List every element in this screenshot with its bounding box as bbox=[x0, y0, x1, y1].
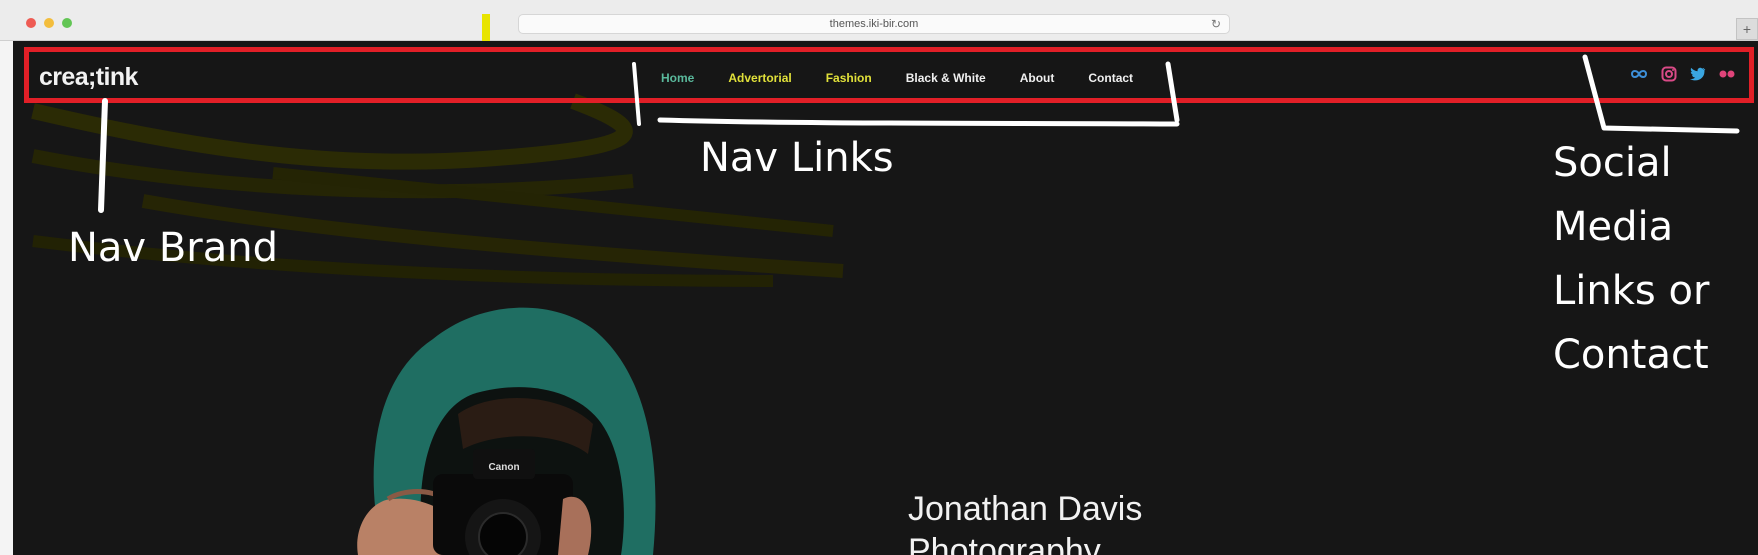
annotation-nav-links: Nav Links bbox=[700, 135, 894, 181]
nav-link-black-white[interactable]: Black & White bbox=[906, 71, 986, 85]
nav-link-home[interactable]: Home bbox=[661, 71, 694, 85]
nav-brand[interactable]: crea;tink bbox=[39, 63, 138, 92]
camera-brand-label: Canon bbox=[488, 462, 519, 473]
new-tab-button[interactable]: + bbox=[1736, 18, 1758, 40]
hero-name: Jonathan Davis bbox=[908, 490, 1143, 528]
social-links bbox=[1630, 66, 1748, 82]
maximize-window-button[interactable] bbox=[62, 18, 72, 28]
annotation-social-line: Contact bbox=[1553, 332, 1709, 378]
window-edge bbox=[0, 41, 13, 555]
annotation-social-line: Links or bbox=[1553, 268, 1710, 314]
hero-subtitle: Photography bbox=[908, 532, 1101, 555]
hero-photo: Canon bbox=[357, 307, 656, 555]
annotation-social-links: Social Media Links or Contact bbox=[1553, 131, 1753, 387]
twitter-icon[interactable] bbox=[1690, 67, 1706, 81]
nav-link-about[interactable]: About bbox=[1020, 71, 1055, 85]
nav-links: Home Advertorial Fashion Black & White A… bbox=[661, 71, 1167, 85]
annotation-nav-brand: Nav Brand bbox=[68, 225, 278, 271]
instagram-icon[interactable] bbox=[1661, 66, 1677, 82]
close-window-button[interactable] bbox=[26, 18, 36, 28]
annotation-social-line: Media bbox=[1553, 204, 1674, 250]
browser-toolbar: themes.iki-bir.com ↻ + bbox=[0, 0, 1758, 41]
flickr-icon[interactable] bbox=[1719, 70, 1735, 78]
website-page: crea;tink Home Advertorial Fashion Black… bbox=[13, 41, 1758, 555]
address-url: themes.iki-bir.com bbox=[829, 18, 919, 30]
address-bar[interactable]: themes.iki-bir.com ↻ bbox=[518, 14, 1230, 34]
nav-link-fashion[interactable]: Fashion bbox=[826, 71, 872, 85]
nav-link-contact[interactable]: Contact bbox=[1088, 71, 1133, 85]
yellow-marker bbox=[482, 14, 490, 41]
infinity-icon[interactable] bbox=[1630, 68, 1648, 80]
marker-scribble bbox=[31, 93, 844, 287]
reload-icon[interactable]: ↻ bbox=[1211, 15, 1221, 33]
annotation-social-line: Social bbox=[1553, 140, 1672, 186]
nav-link-advertorial[interactable]: Advertorial bbox=[728, 71, 791, 85]
minimize-window-button[interactable] bbox=[44, 18, 54, 28]
